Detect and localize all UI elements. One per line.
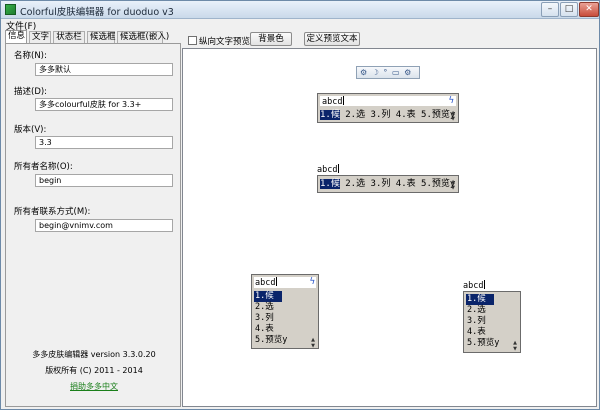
embedded-candidate-5: 5.预览y [467,338,500,348]
info-panel: 名称(N): 多多默认 描述(D): 多多colourful皮肤 for 3.3… [5,43,181,407]
description-input[interactable]: 多多colourful皮肤 for 3.3+ [35,98,173,111]
tab-strip: 信息 文字 状态栏 候选框 候选框(嵌入) [5,30,181,43]
candidate-window-embedded: 1.候 2.选 3.列 4.表 5.预览y ▲▼ [317,175,459,193]
status-toolbar-preview: ⚙ ☽ ° ▭ ⚙ [356,66,420,79]
owner-name-input[interactable]: begin [35,174,173,187]
lightning-icon: ϟ [448,96,454,106]
caret [343,96,345,105]
vertical-preview-label[interactable]: 纵向文字预览 [199,35,250,47]
embedded-candidate-2: 2.选 [467,305,486,315]
app-window: Colorful皮肤编辑器 for duoduo v3 – □ ✕ 文件(F) … [0,0,600,410]
name-label: 名称(N): [14,51,47,61]
copyright-text: 版权所有 (C) 2011 - 2014 [45,366,143,375]
candidate-list-embedded: 2.选 3.列 4.表 5.预览y [345,179,456,189]
caret-plain-vertical [484,280,486,289]
version-input[interactable]: 3.3 [35,136,173,149]
composition-text-plain-vertical: abcd [463,281,484,291]
description-label: 描述(D): [14,87,48,97]
background-color-button[interactable]: 背景色 [250,32,292,46]
window-title: Colorful皮肤编辑器 for duoduo v3 [20,7,174,18]
candidate-row-embedded: 1.候 2.选 3.列 4.表 5.预览y [320,177,455,191]
composition-plain-vertical: abcd [463,280,493,291]
minimize-button[interactable]: – [541,2,559,17]
custom-preview-text-button[interactable]: 定义预览文本 [304,32,360,46]
embedded-candidate-3: 3.列 [467,316,486,326]
page-arrows-icon: ▲▼ [450,110,456,122]
composition-text-vertical: abcd [255,278,276,288]
caret-plain [338,164,340,173]
composition-row-vertical: abcd ϟ [254,277,316,288]
caret-vertical [276,277,278,286]
title-bar[interactable]: Colorful皮肤编辑器 for duoduo v3 – □ ✕ [1,1,599,19]
tab-info[interactable]: 信息 [5,30,27,43]
version-label: 版本(V): [14,125,47,135]
vertical-candidate-3: 3.列 [255,313,274,323]
embedded-candidate-1: 1.候 [466,294,494,305]
candidate-list: 2.选 3.列 4.表 5.预览y [345,110,456,120]
donate-row: 捐助多多中文 [6,381,182,392]
candidate-window-horizontal: abcd ϟ 1.候 2.选 3.列 4.表 5.预览y ▲▼ [317,93,459,123]
candidate-window-vertical-embedded: 1.候 2.选 3.列 4.表 5.预览y ▲▼ [463,291,521,353]
selected-candidate: 1.候 [320,110,340,120]
vertical-candidate-1: 1.候 [254,291,282,302]
composition-row: abcd ϟ [320,96,456,107]
app-version-text: 多多皮肤编辑器 version 3.3.0.20 [32,350,156,359]
maximize-button[interactable]: □ [560,2,578,17]
tab-text[interactable]: 文字 [29,31,51,43]
donate-link[interactable]: 捐助多多中文 [70,382,118,391]
composition-plain: abcd [317,164,347,175]
app-icon [5,4,16,15]
owner-contact-input[interactable]: begin@vnimv.com [35,219,173,232]
menu-bar: 文件(F) [1,19,599,32]
vertical-preview-checkbox[interactable] [188,36,197,45]
lightning-icon-vertical: ϟ [309,277,315,287]
embedded-candidate-4: 4.表 [467,327,486,337]
composition-text-plain: abcd [317,165,338,175]
selected-candidate-embedded: 1.候 [320,179,340,189]
tab-statusbar[interactable]: 状态栏 [53,31,85,43]
page-arrows-icon-vertical-embedded: ▲▼ [512,340,518,352]
tab-candidate[interactable]: 候选框 [87,31,116,43]
candidate-window-vertical: abcd ϟ 1.候 2.选 3.列 4.表 5.预览y ▲▼ [251,274,319,349]
vertical-candidate-5: 5.预览y [255,335,288,345]
candidate-row: 1.候 2.选 3.列 4.表 5.预览y [320,108,455,122]
tab-candidate-embedded[interactable]: 候选框(嵌入) [117,31,169,43]
vertical-candidate-4: 4.表 [255,324,274,334]
owner-name-label: 所有者名称(O): [14,162,73,172]
composition-text: abcd [322,97,343,107]
vertical-candidate-2: 2.选 [255,302,274,312]
page-arrows-icon-embedded: ▲▼ [450,179,456,191]
close-button[interactable]: ✕ [579,2,599,17]
owner-contact-label: 所有者联系方式(M): [14,207,91,217]
name-input[interactable]: 多多默认 [35,63,173,76]
page-arrows-icon-vertical: ▲▼ [310,337,316,349]
